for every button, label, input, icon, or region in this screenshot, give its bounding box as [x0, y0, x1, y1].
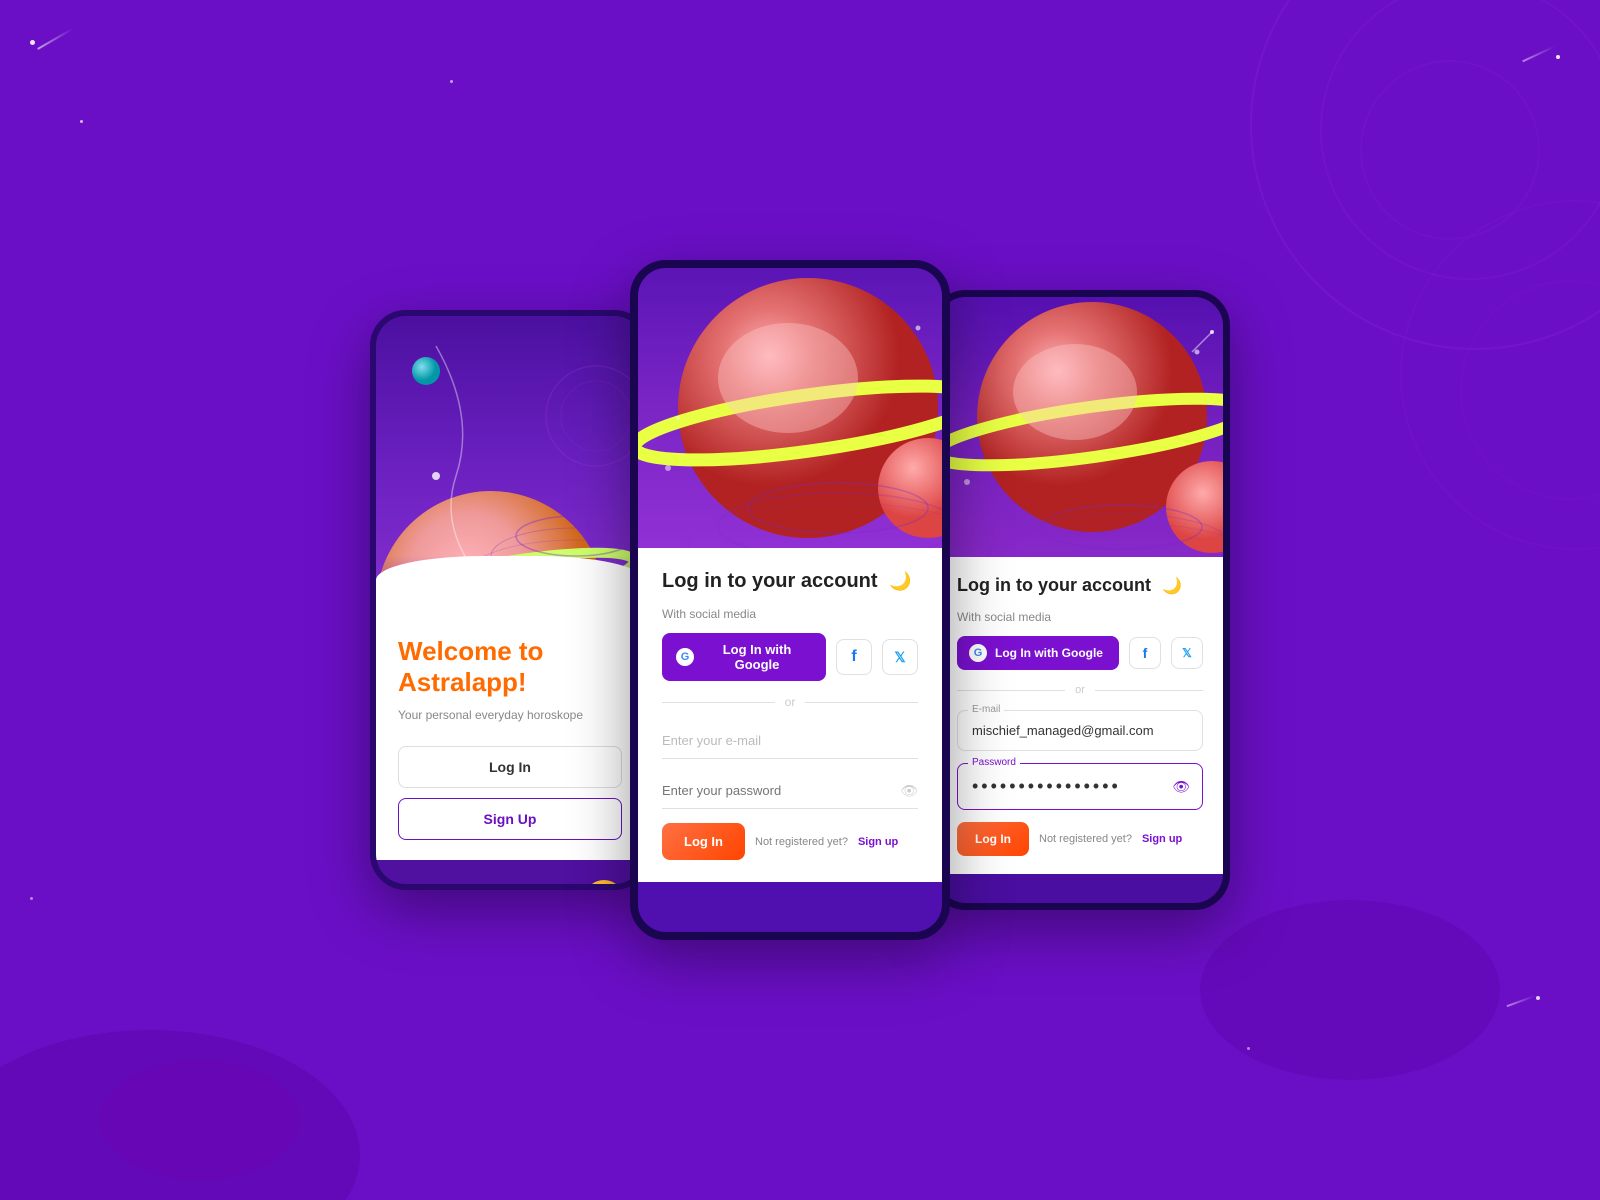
phone2-facebook-button[interactable]: f	[836, 639, 872, 675]
phone3-planet-svg	[937, 297, 1223, 557]
phone2-not-registered: Not registered yet?	[755, 836, 848, 848]
phone3-title: Log in to your account 🌙	[957, 575, 1203, 596]
phone2-twitter-button[interactable]: 𝕏	[882, 639, 918, 675]
bg-blob-left2	[100, 1060, 300, 1180]
phone2-title: Log in to your account 🌙	[662, 570, 918, 593]
phone3-email-group: E-mail	[957, 710, 1203, 751]
bg-ring-right	[1400, 200, 1600, 550]
phone2-bottom-row: Log In Not registered yet? Sign up	[662, 823, 918, 860]
phone2-planet-svg	[638, 268, 942, 548]
phone2-google-button[interactable]: G Log In with Google	[662, 633, 826, 681]
phone2-email-group	[662, 723, 918, 759]
phone3-password-group: Password 👁	[957, 763, 1203, 810]
google-icon: G	[676, 648, 694, 666]
phone2-email-input[interactable]	[662, 723, 918, 759]
bg-blob-left	[0, 1030, 360, 1200]
phone3-password-input[interactable]	[972, 774, 1188, 799]
phone-welcome: Welcome to Astralapp! Your personal ever…	[370, 310, 650, 890]
star-dot-2	[1556, 55, 1560, 59]
phone3-illustration	[937, 297, 1223, 557]
phones-container: Welcome to Astralapp! Your personal ever…	[370, 260, 1230, 940]
phone2-social-label: With social media	[662, 607, 918, 621]
phone2-illustration	[638, 268, 942, 548]
phone1-card-top-curve	[376, 556, 644, 616]
bg-circle-1	[1250, 0, 1600, 350]
welcome-title: Welcome to Astralapp!	[398, 636, 622, 698]
phone-login-empty: Log in to your account 🌙 With social med…	[630, 260, 950, 940]
phone3-google-button[interactable]: G Log In with Google	[957, 636, 1119, 670]
phone3-twitter-button[interactable]: 𝕏	[1171, 637, 1203, 669]
signup-button[interactable]: Sign Up	[398, 798, 622, 840]
star-dot-5	[450, 80, 453, 83]
bg-circle-3	[1360, 60, 1540, 240]
phone3-form: Log in to your account 🌙 With social med…	[937, 557, 1223, 874]
phone3-not-registered: Not registered yet?	[1039, 833, 1132, 845]
phone3-or-divider: or	[957, 684, 1203, 696]
bg-ring-right2	[1460, 280, 1600, 500]
star-dot-6	[30, 897, 33, 900]
phone3-social-row: G Log In with Google f 𝕏	[957, 636, 1203, 670]
bg-blob-right	[1200, 900, 1500, 1080]
phone3-login-button[interactable]: Log In	[957, 822, 1029, 856]
star-dot-1	[30, 40, 35, 45]
phone2-signup-link[interactable]: Sign up	[858, 836, 898, 848]
phone1-card: Welcome to Astralapp! Your personal ever…	[376, 616, 644, 860]
phone3-email-label: E-mail	[968, 704, 1004, 715]
phone2-social-row: G Log In with Google f 𝕏	[662, 633, 918, 681]
phone3-signup-link[interactable]: Sign up	[1142, 833, 1182, 845]
phone2-password-group: 👁	[662, 773, 918, 809]
phone-login-filled: Log in to your account 🌙 With social med…	[930, 290, 1230, 910]
star-trail-1	[37, 28, 73, 50]
google-icon-phone3: G	[969, 644, 987, 662]
phone3-password-label: Password	[968, 757, 1020, 768]
phone3-email-input[interactable]	[972, 721, 1188, 740]
bg-circle-2	[1320, 0, 1600, 280]
phone2-password-input[interactable]	[662, 773, 918, 809]
phone1-bottom-area	[376, 860, 644, 890]
phone3-facebook-button[interactable]: f	[1129, 637, 1161, 669]
eye-icon-phone2[interactable]: 👁	[900, 783, 918, 800]
phone2-or-divider: or	[662, 695, 918, 709]
eye-icon-phone3[interactable]: 👁	[1172, 778, 1190, 795]
star-dot-4	[1536, 996, 1540, 1000]
phone3-bottom-row: Log In Not registered yet? Sign up	[957, 822, 1203, 856]
star-trail-4	[1507, 995, 1536, 1007]
phone2-login-button[interactable]: Log In	[662, 823, 745, 860]
star-dot-3	[80, 120, 83, 123]
phone2-form: Log in to your account 🌙 With social med…	[638, 548, 942, 882]
welcome-subtitle: Your personal everyday horoskope	[398, 708, 622, 722]
star-dot-7	[1247, 1047, 1250, 1050]
phone3-social-label: With social media	[957, 610, 1203, 624]
login-button[interactable]: Log In	[398, 746, 622, 788]
star-trail-2	[1522, 46, 1555, 63]
